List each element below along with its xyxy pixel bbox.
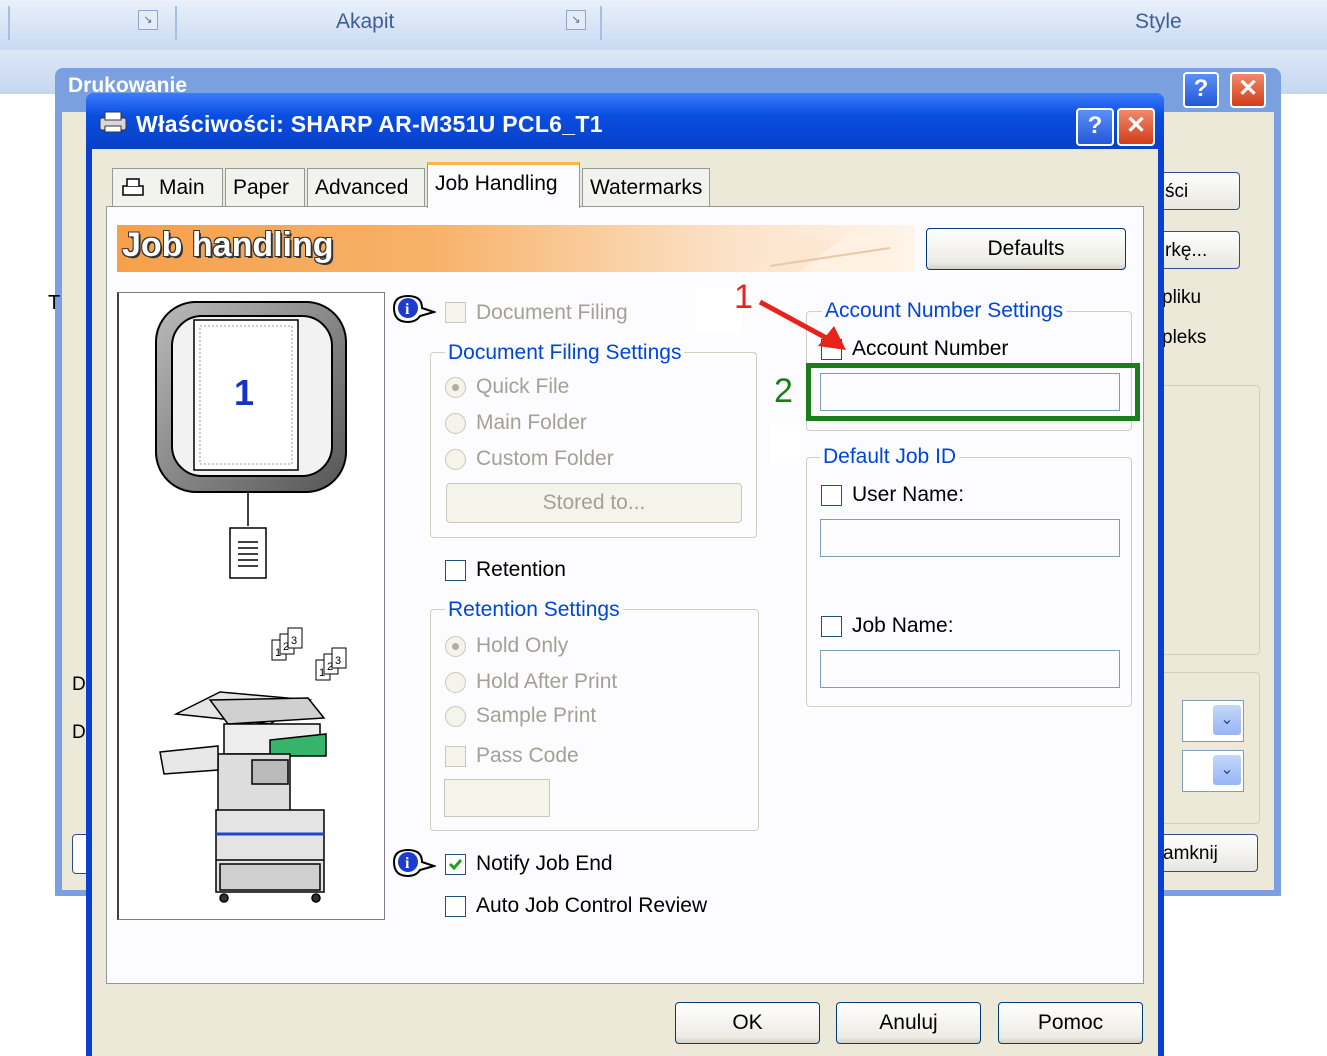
- hold-only-label: Hold Only: [476, 634, 569, 657]
- main-folder-radio[interactable]: [445, 413, 466, 434]
- background-help-button[interactable]: ?: [1183, 72, 1219, 108]
- tab-advanced[interactable]: Advanced: [307, 168, 425, 206]
- user-name-label: User Name:: [852, 483, 965, 506]
- background-label: D: [72, 674, 86, 695]
- defaults-button[interactable]: Defaults: [926, 228, 1126, 270]
- tab-label: Main: [159, 176, 205, 199]
- tab-paper[interactable]: Paper: [225, 168, 305, 206]
- ribbon-group-paragraph[interactable]: Akapit: [336, 10, 394, 34]
- hold-after-print-radio[interactable]: [445, 672, 466, 693]
- tab-job-handling[interactable]: Job Handling: [427, 162, 580, 208]
- svg-text:i: i: [405, 301, 410, 318]
- notify-job-end-checkbox[interactable]: [445, 854, 466, 875]
- dialog-title: Właściwości: SHARP AR-M351U PCL6_T1: [136, 111, 603, 137]
- tab-label: Advanced: [315, 176, 409, 199]
- cancel-button[interactable]: Anuluj: [836, 1002, 981, 1044]
- ribbon-separator: [600, 6, 602, 40]
- svg-text:3: 3: [291, 635, 297, 647]
- duplex-label: pleks: [1162, 327, 1207, 348]
- tab-watermarks[interactable]: Watermarks: [582, 168, 710, 206]
- auto-job-control-review-checkbox[interactable]: [445, 896, 466, 917]
- annotation-background: [770, 425, 800, 463]
- notify-job-end-label: Notify Job End: [476, 852, 613, 875]
- job-name-label: Job Name:: [852, 614, 954, 637]
- svg-text:3: 3: [335, 655, 341, 667]
- background-combo[interactable]: ⌄: [1182, 750, 1244, 792]
- ribbon-separator: [8, 6, 10, 40]
- tab-label: Paper: [233, 176, 290, 199]
- background-combo[interactable]: ⌄: [1182, 700, 1244, 742]
- user-name-checkbox[interactable]: [821, 485, 842, 506]
- help-button[interactable]: ?: [1076, 108, 1114, 146]
- tab-main[interactable]: Main: [112, 168, 223, 206]
- printer-icon: [99, 111, 127, 133]
- tab-label: Job Handling: [435, 172, 558, 195]
- job-name-input[interactable]: [820, 650, 1120, 688]
- print-to-file-label: pliku: [1162, 287, 1202, 308]
- pass-code-input[interactable]: [444, 779, 550, 817]
- info-icon: i: [392, 294, 436, 324]
- document-filing-label: Document Filing: [476, 301, 628, 324]
- tab-label: Watermarks: [590, 176, 703, 199]
- retention-checkbox[interactable]: [445, 560, 466, 581]
- annotation-marker-2: 2: [774, 372, 793, 410]
- quick-file-label: Quick File: [476, 375, 570, 398]
- red-arrow-icon: [758, 299, 846, 350]
- banner-graphic: [750, 232, 905, 272]
- green-highlight-box: [806, 363, 1140, 421]
- retention-settings-label: Retention Settings: [445, 598, 623, 622]
- checkmark-icon: [448, 859, 463, 871]
- pass-code-label: Pass Code: [476, 744, 579, 767]
- hold-only-radio[interactable]: [445, 636, 466, 657]
- sample-print-radio[interactable]: [445, 706, 466, 727]
- background-label: D: [72, 722, 86, 743]
- stored-to-button[interactable]: Stored to...: [446, 483, 742, 523]
- background-ribbon: [0, 0, 1327, 51]
- svg-text:2: 2: [327, 661, 333, 673]
- ok-button[interactable]: OK: [675, 1002, 820, 1044]
- account-number-label: Account Number: [852, 337, 1009, 360]
- main-folder-label: Main Folder: [476, 411, 587, 434]
- svg-text:2: 2: [283, 641, 289, 653]
- chevron-down-icon[interactable]: ⌄: [1213, 705, 1241, 735]
- help-footer-button[interactable]: Pomoc: [998, 1002, 1143, 1044]
- page-title: Job handling: [122, 226, 334, 264]
- dialog-launcher-icon[interactable]: ↘: [566, 10, 586, 30]
- chevron-down-icon[interactable]: ⌄: [1213, 755, 1241, 785]
- job-name-checkbox[interactable]: [821, 616, 842, 637]
- preview-page-number: 1: [234, 372, 255, 413]
- background-label: T: [48, 292, 61, 314]
- pass-code-checkbox[interactable]: [445, 746, 466, 767]
- default-job-id-label: Default Job ID: [820, 445, 960, 469]
- sample-print-label: Sample Print: [476, 704, 597, 727]
- custom-folder-radio[interactable]: [445, 449, 466, 470]
- account-number-settings-label: Account Number Settings: [822, 299, 1067, 323]
- svg-text:1: 1: [319, 667, 325, 679]
- svg-text:i: i: [405, 855, 410, 872]
- annotation-marker-1: 1: [734, 278, 753, 316]
- close-button[interactable]: ✕: [1117, 108, 1155, 146]
- info-icon: i: [392, 848, 436, 878]
- document-filing-checkbox[interactable]: [445, 302, 466, 323]
- hold-after-print-label: Hold After Print: [476, 670, 618, 693]
- background-close-button[interactable]: ✕: [1230, 72, 1266, 108]
- user-name-input[interactable]: [820, 519, 1120, 557]
- svg-text:1: 1: [275, 647, 281, 659]
- auto-job-control-review-label: Auto Job Control Review: [476, 894, 708, 917]
- document-filing-settings-label: Document Filing Settings: [445, 341, 685, 365]
- dialog-launcher-icon[interactable]: ↘: [138, 10, 158, 30]
- ribbon-separator: [175, 6, 177, 40]
- custom-folder-label: Custom Folder: [476, 447, 614, 470]
- retention-label: Retention: [476, 558, 566, 581]
- quick-file-radio[interactable]: [445, 377, 466, 398]
- printer-icon: [122, 178, 144, 196]
- ribbon-group-styles[interactable]: Style: [1135, 10, 1182, 34]
